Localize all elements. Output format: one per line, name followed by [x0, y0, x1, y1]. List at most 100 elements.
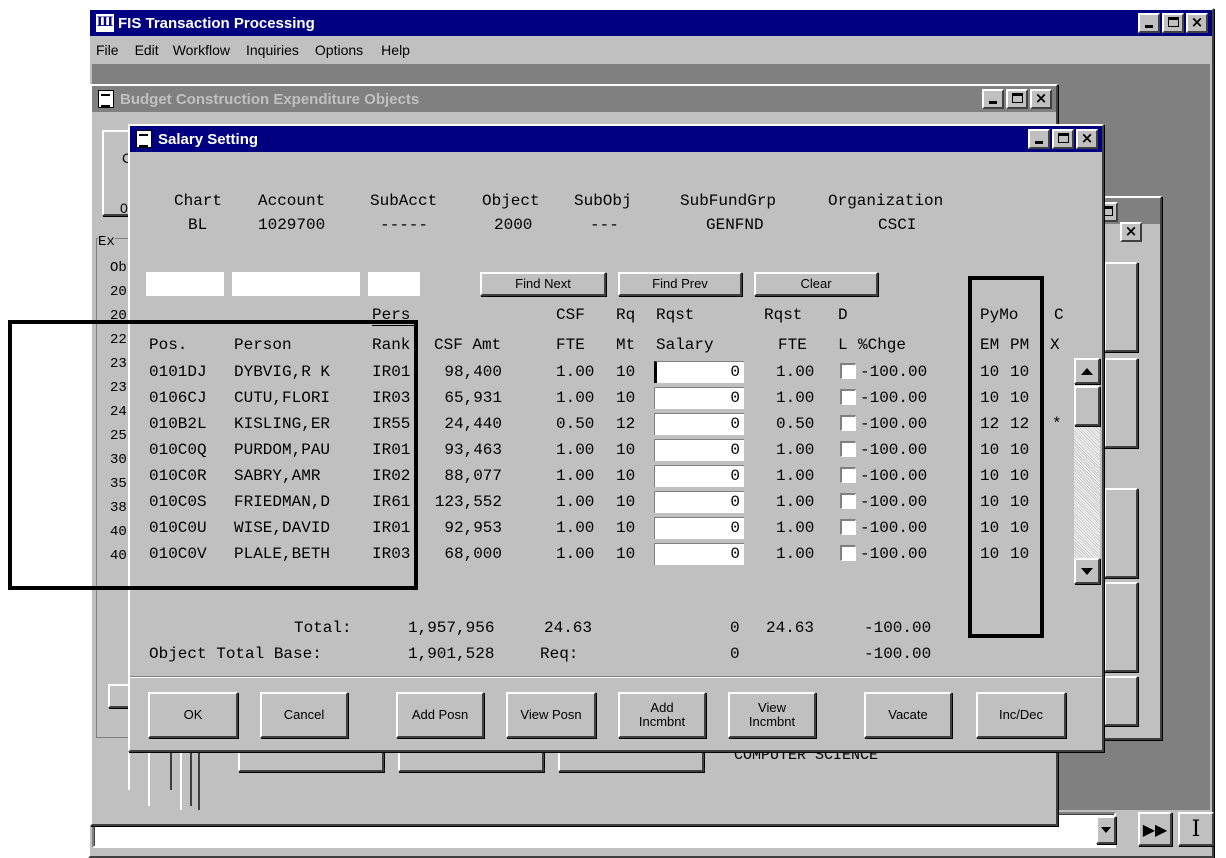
delete-checkbox[interactable] — [840, 441, 856, 457]
csf-amt-cell: 93,463 — [444, 441, 502, 459]
chart-label: Chart — [174, 192, 223, 210]
csf-amt-cell: 24,440 — [444, 415, 502, 433]
arrow-up-icon — [1081, 367, 1093, 375]
subfundgrp-value: GENFND — [706, 216, 764, 234]
subacct-value: ----- — [380, 216, 429, 234]
col-fte2: FTE — [778, 336, 807, 354]
add-incmbnt-button[interactable]: Add Incmbnt — [618, 692, 706, 738]
scroll-up-button[interactable] — [1074, 358, 1100, 384]
text-cursor-button[interactable]: I — [1178, 812, 1214, 846]
delete-checkbox[interactable] — [840, 389, 856, 405]
budget-maximize-button[interactable] — [1006, 89, 1028, 109]
salary-minimize-button[interactable] — [1028, 129, 1050, 149]
delete-checkbox[interactable] — [840, 545, 856, 561]
col-d: D — [838, 306, 848, 324]
delete-checkbox[interactable] — [840, 363, 856, 379]
menu-options[interactable]: Options — [315, 42, 363, 58]
salary-input[interactable]: 0 — [654, 361, 744, 383]
search-person-input[interactable] — [232, 272, 360, 296]
background-panel-4 — [1104, 582, 1138, 672]
background-panel-1 — [1104, 262, 1138, 352]
menu-file[interactable]: File — [96, 42, 119, 58]
budget-close-button[interactable]: × — [1030, 89, 1052, 109]
delete-checkbox[interactable] — [840, 467, 856, 483]
search-rank-input[interactable] — [368, 272, 420, 296]
col-rqst: Rqst — [656, 306, 695, 324]
find-next-button[interactable]: Find Next — [480, 272, 606, 296]
account-label: Account — [258, 192, 326, 210]
table-scrollbar[interactable] — [1074, 358, 1100, 584]
cancel-button[interactable]: Cancel — [260, 692, 348, 738]
vacate-button[interactable]: Vacate — [864, 692, 952, 738]
document-icon — [98, 90, 114, 108]
req-label: Req: — [540, 645, 579, 663]
salary-input[interactable]: 0 — [654, 413, 744, 435]
mt-cell: 10 — [616, 493, 636, 511]
menu-edit[interactable]: Edit — [135, 42, 159, 58]
salary-input[interactable]: 0 — [654, 387, 744, 409]
col-rqst2: Rqst — [764, 306, 803, 324]
chevron-down-icon — [1101, 827, 1111, 833]
fte-cell: 1.00 — [556, 363, 595, 381]
menu-workflow[interactable]: Workflow — [173, 42, 230, 58]
fte-cell: 1.00 — [556, 389, 595, 407]
budget-minimize-button[interactable] — [982, 89, 1004, 109]
fte-cell: 1.00 — [556, 493, 595, 511]
ok-button[interactable]: OK — [148, 692, 238, 738]
salary-input[interactable]: 0 — [654, 465, 744, 487]
inc-dec-button[interactable]: Inc/Dec — [976, 692, 1066, 738]
budget-bottom-btn-3[interactable] — [558, 750, 704, 772]
find-prev-button[interactable]: Find Prev — [618, 272, 742, 296]
total-label: Total: — [294, 619, 352, 637]
main-titlebar: Ш FIS Transaction Processing × — [90, 10, 1212, 36]
total-csf-amt: 1,957,956 — [408, 619, 495, 637]
csf-amt-cell: 68,000 — [444, 545, 502, 563]
clear-button[interactable]: Clear — [754, 272, 878, 296]
background-close-button[interactable]: × — [1120, 222, 1142, 242]
chge-cell: -100.00 — [860, 493, 928, 511]
delete-checkbox[interactable] — [840, 519, 856, 535]
salary-input[interactable]: 0 — [654, 491, 744, 513]
budget-bottom-btn-2[interactable] — [398, 750, 544, 772]
col-fte: FTE — [556, 336, 585, 354]
add-posn-button[interactable]: Add Posn — [396, 692, 484, 738]
fte-cell: 1.00 — [556, 545, 595, 563]
menu-help[interactable]: Help — [381, 42, 410, 58]
search-pos-input[interactable] — [146, 272, 224, 296]
view-posn-button[interactable]: View Posn — [506, 692, 596, 738]
mt-cell: 10 — [616, 441, 636, 459]
salary-close-button[interactable]: × — [1076, 129, 1098, 149]
scroll-down-button[interactable] — [1074, 558, 1100, 584]
total-rqst-fte: 24.63 — [766, 619, 815, 637]
col-salary: Salary — [656, 336, 714, 354]
rqst-fte-cell: 0.50 — [776, 415, 815, 433]
fast-forward-button[interactable]: ▶▶ — [1138, 812, 1172, 846]
mt-cell: 10 — [616, 363, 636, 381]
background-panel-5 — [1104, 676, 1138, 726]
salary-input[interactable]: 0 — [654, 439, 744, 461]
col-l: L — [838, 336, 848, 354]
salary-maximize-button[interactable] — [1052, 129, 1074, 149]
chge-cell: -100.00 — [860, 441, 928, 459]
delete-checkbox[interactable] — [840, 415, 856, 431]
scroll-thumb[interactable] — [1074, 386, 1100, 426]
fte-cell: 1.00 — [556, 467, 595, 485]
budget-zero-label: 0 — [120, 200, 128, 216]
csf-amt-cell: 123,552 — [434, 493, 502, 511]
view-incmbnt-button[interactable]: View Incmbnt — [728, 692, 816, 738]
account-header: Chart Account SubAcct Object SubObj SubF… — [130, 186, 1090, 246]
fast-forward-icon: ▶▶ — [1142, 819, 1168, 839]
base-label: Object Total Base: — [149, 645, 322, 663]
close-button[interactable]: × — [1186, 13, 1208, 33]
menu-inquiries[interactable]: Inquiries — [246, 42, 299, 58]
highlight-box-person-columns — [8, 320, 418, 590]
col-rq: Rq — [616, 306, 636, 324]
app-logo-icon: Ш — [96, 14, 114, 32]
budget-bottom-btn-1[interactable] — [238, 750, 384, 772]
salary-input[interactable]: 0 — [654, 517, 744, 539]
salary-input[interactable]: 0 — [654, 543, 744, 565]
delete-checkbox[interactable] — [840, 493, 856, 509]
command-dropdown-button[interactable] — [1096, 816, 1116, 844]
maximize-button[interactable] — [1162, 13, 1184, 33]
minimize-button[interactable] — [1138, 13, 1160, 33]
